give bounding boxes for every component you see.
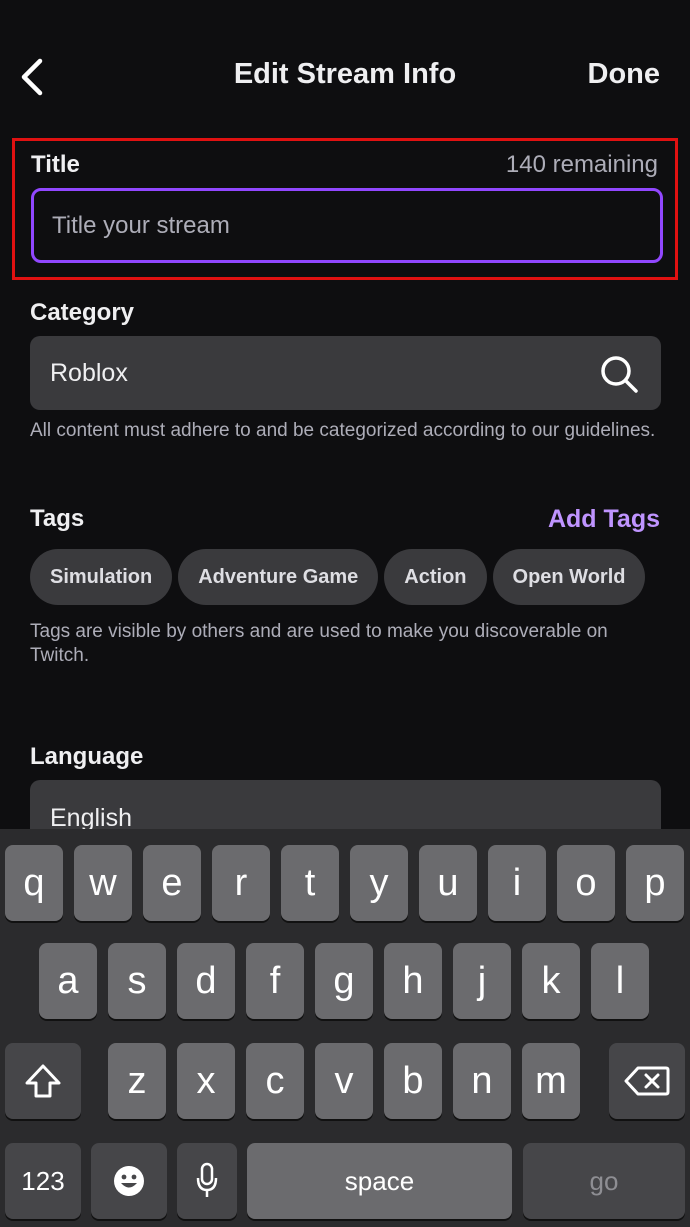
- key-d[interactable]: d: [177, 943, 235, 1019]
- tag-action[interactable]: Action: [384, 549, 487, 605]
- language-value: English: [50, 804, 132, 832]
- key-m[interactable]: m: [522, 1043, 580, 1119]
- language-label: Language: [30, 743, 144, 770]
- key-h[interactable]: h: [384, 943, 442, 1019]
- key-v[interactable]: v: [315, 1043, 373, 1119]
- key-p[interactable]: p: [626, 845, 684, 921]
- category-value: Roblox: [50, 358, 128, 387]
- search-icon[interactable]: [599, 354, 639, 394]
- key-e[interactable]: e: [143, 845, 201, 921]
- emoji-icon: [114, 1166, 144, 1196]
- numbers-key[interactable]: 123: [5, 1143, 81, 1219]
- key-g[interactable]: g: [315, 943, 373, 1019]
- tag-adventure-game[interactable]: Adventure Game: [178, 549, 379, 605]
- delete-key[interactable]: [609, 1043, 685, 1119]
- key-t[interactable]: t: [281, 845, 339, 921]
- shift-icon: [25, 1064, 61, 1098]
- tag-simulation[interactable]: Simulation: [30, 549, 173, 605]
- title-input[interactable]: Title your stream: [31, 188, 663, 263]
- key-i[interactable]: i: [488, 845, 546, 921]
- keyboard: q w e r t y u i o p a s d f g h j k l z …: [0, 829, 690, 1227]
- key-k[interactable]: k: [522, 943, 580, 1019]
- emoji-key[interactable]: [91, 1143, 167, 1219]
- tags-helper-text: Tags are visible by others and are used …: [30, 621, 608, 666]
- key-j[interactable]: j: [453, 943, 511, 1019]
- title-label: Title: [31, 151, 80, 178]
- title-section: Title 140 remaining Title your stream: [12, 138, 678, 280]
- key-l[interactable]: l: [591, 943, 649, 1019]
- header: Edit Stream Info Done: [0, 0, 690, 130]
- title-placeholder: Title your stream: [52, 211, 230, 239]
- key-y[interactable]: y: [350, 845, 408, 921]
- key-r[interactable]: r: [212, 845, 270, 921]
- key-a[interactable]: a: [39, 943, 97, 1019]
- key-w[interactable]: w: [74, 845, 132, 921]
- delete-icon: [624, 1066, 670, 1096]
- key-f[interactable]: f: [246, 943, 304, 1019]
- page-title: Edit Stream Info: [233, 58, 457, 90]
- tag-open-world[interactable]: Open World: [492, 549, 646, 605]
- done-button[interactable]: Done: [588, 58, 661, 91]
- key-o[interactable]: o: [557, 845, 615, 921]
- key-c[interactable]: c: [246, 1043, 304, 1119]
- shift-key[interactable]: [5, 1043, 81, 1119]
- key-x[interactable]: x: [177, 1043, 235, 1119]
- go-key[interactable]: go: [523, 1143, 685, 1219]
- add-tags-link[interactable]: Add Tags: [548, 505, 660, 534]
- key-b[interactable]: b: [384, 1043, 442, 1119]
- character-counter: 140 remaining: [505, 151, 658, 178]
- category-helper-text: All content must adhere to and be catego…: [30, 420, 656, 441]
- key-n[interactable]: n: [453, 1043, 511, 1119]
- key-z[interactable]: z: [108, 1043, 166, 1119]
- microphone-icon: [196, 1162, 218, 1197]
- dictation-key[interactable]: [177, 1143, 237, 1219]
- category-field[interactable]: Roblox: [30, 336, 661, 410]
- key-s[interactable]: s: [108, 943, 166, 1019]
- key-q[interactable]: q: [5, 845, 63, 921]
- tags-label: Tags: [30, 505, 85, 532]
- key-u[interactable]: u: [419, 845, 477, 921]
- category-label: Category: [30, 299, 135, 326]
- space-key[interactable]: space: [247, 1143, 512, 1219]
- tags-list: Simulation Adventure Game Action Open World: [30, 549, 661, 605]
